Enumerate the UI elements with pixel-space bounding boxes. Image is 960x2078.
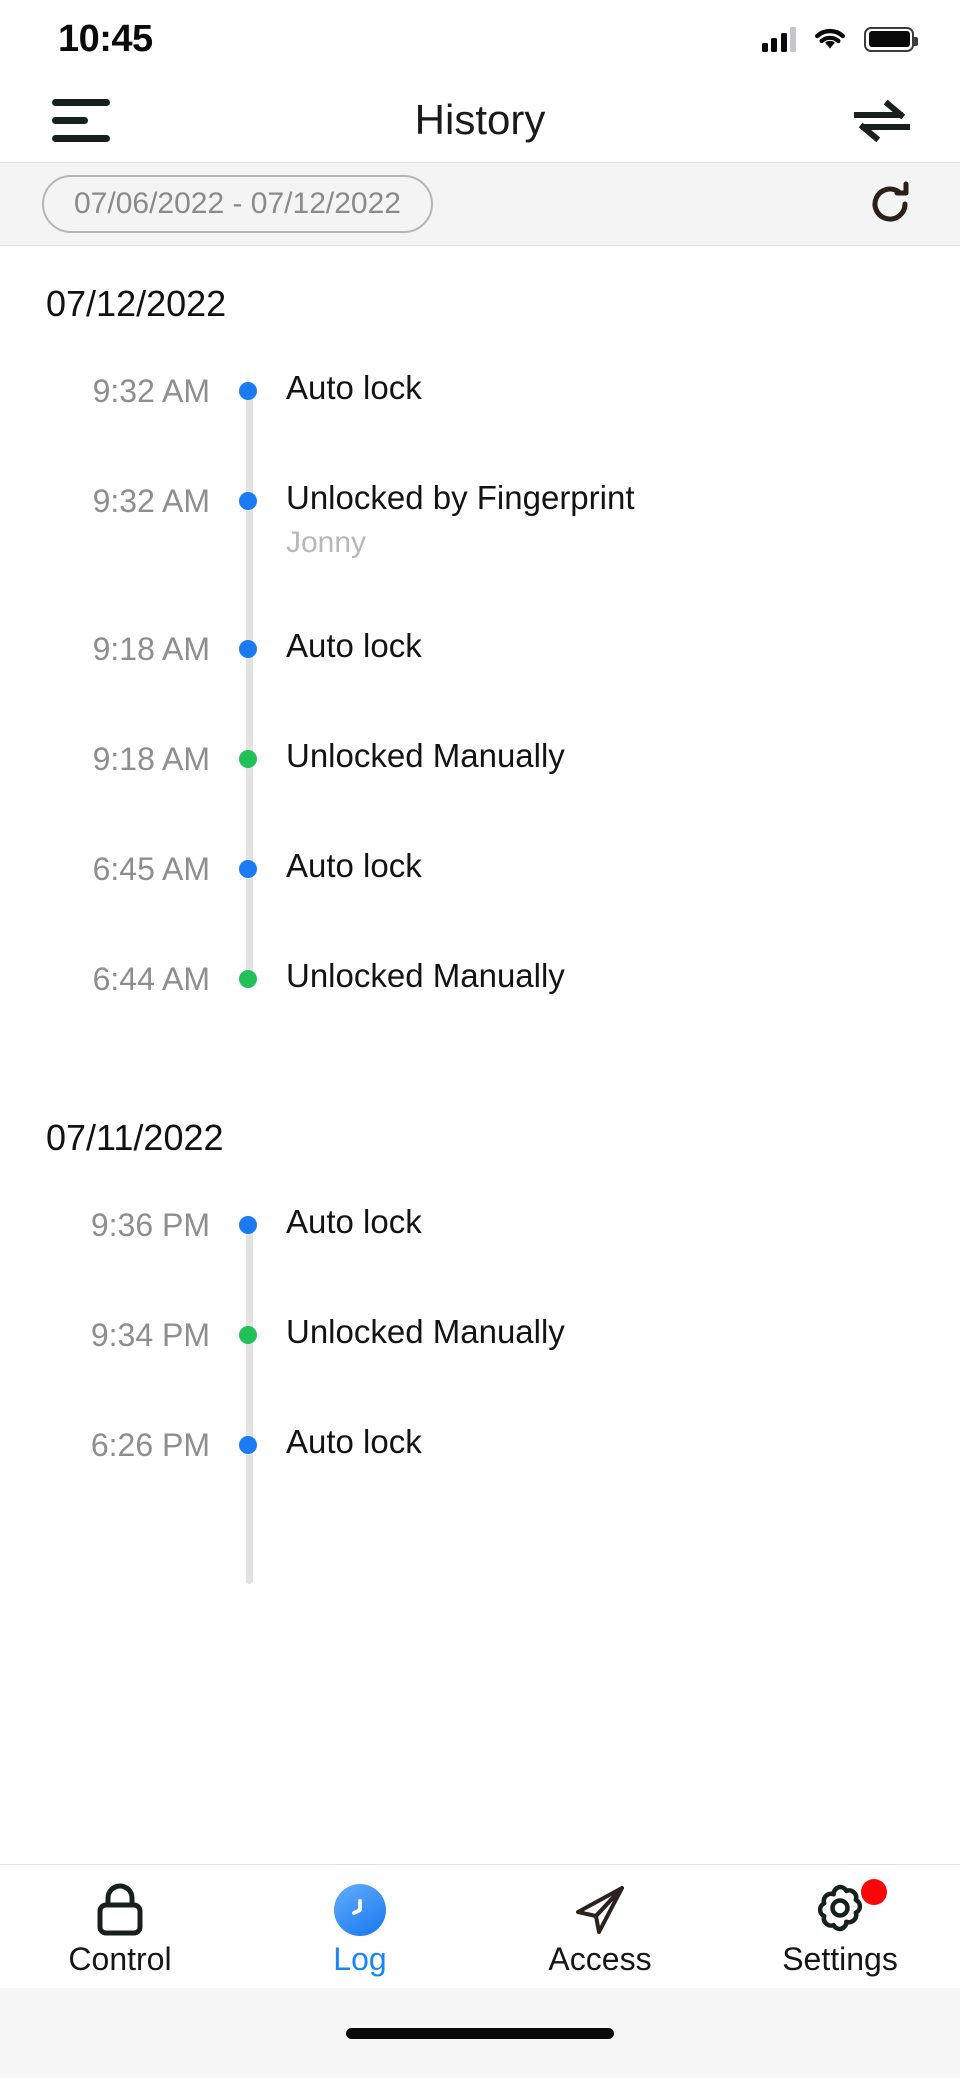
log-entry-body: Auto lock [286, 627, 960, 665]
log-entry[interactable]: 6:45 AM Auto lock [0, 847, 960, 958]
date-range-selector[interactable]: 07/06/2022 - 07/12/2022 [42, 175, 433, 233]
log-entry-time: 6:26 PM [90, 1427, 210, 1463]
lock-event-dot-icon [239, 382, 257, 400]
timeline-dot-cell [210, 958, 286, 988]
log-date-header: 07/11/2022 [46, 1117, 224, 1158]
log-entry-body: Unlocked Manually [286, 737, 960, 775]
clock-icon [334, 1881, 386, 1939]
log-entry[interactable]: 6:44 AM Unlocked Manually [0, 957, 960, 1068]
log-entry-label: Unlocked Manually [286, 737, 565, 774]
lock-event-dot-icon [239, 492, 257, 510]
log-entry-body: Unlocked Manually [286, 957, 960, 995]
timeline-dot-cell [210, 1424, 286, 1454]
log-entry-label: Unlocked Manually [286, 957, 565, 994]
log-icon-circle [334, 1884, 386, 1936]
gear-icon [813, 1879, 887, 1939]
wifi-icon [815, 28, 845, 48]
timeline-dot-cell [210, 848, 286, 878]
log-day-group: 9:36 PM Auto lock 9:34 PM Unlocked Manually… [0, 1156, 960, 1584]
timeline-dot-cell [210, 628, 286, 658]
log-entry[interactable]: 9:32 AM Unlocked by Fingerprint Jonny [0, 479, 960, 628]
lock-event-dot-icon [239, 640, 257, 658]
lock-event-dot-icon [239, 1436, 257, 1454]
log-day-group: 9:32 AM Auto lock 9:32 AM Unlocked by Finge… [0, 322, 960, 1086]
tab-label: Log [333, 1941, 387, 1977]
log-entry-time: 9:34 PM [90, 1317, 210, 1353]
log-entry-label: Unlocked by Fingerprint [286, 479, 635, 516]
log-entry[interactable]: 9:36 PM Auto lock [0, 1203, 960, 1314]
refresh-icon[interactable] [864, 178, 916, 230]
app-screen: 10:45 History 07/06/2022 - 07/12/2022 07… [0, 0, 960, 2078]
log-entry-label: Auto lock [286, 847, 422, 884]
status-bar: 10:45 [0, 0, 960, 78]
log-entry-label: Auto lock [286, 627, 422, 664]
log-entry-body: Unlocked Manually [286, 1313, 960, 1351]
tab-control[interactable]: Control [20, 1881, 220, 1975]
log-entry[interactable]: 9:18 AM Unlocked Manually [0, 737, 960, 848]
tab-log[interactable]: Log [260, 1881, 460, 1975]
timeline-dot-cell [210, 1204, 286, 1234]
lock-event-dot-icon [239, 860, 257, 878]
log-entry-body: Auto lock [286, 369, 960, 407]
filter-bar: 07/06/2022 - 07/12/2022 [0, 162, 960, 246]
status-bar-icons [761, 26, 918, 52]
log-entry-time: 9:32 AM [92, 373, 210, 409]
log-entry-label: Unlocked Manually [286, 1313, 565, 1350]
log-entry-time: 9:18 AM [92, 631, 210, 667]
log-entry[interactable]: 6:26 PM Auto lock [0, 1423, 960, 1534]
history-log-list[interactable]: 07/12/2022 9:32 AM Auto lock 9:32 AM Unlocke… [0, 246, 960, 1864]
log-entry-body: Auto lock [286, 1423, 960, 1461]
lock-event-dot-icon [239, 1216, 257, 1234]
log-entry[interactable]: 9:34 PM Unlocked Manually [0, 1313, 960, 1424]
log-entry-body: Auto lock [286, 847, 960, 885]
bottom-tab-bar: Control Log Access Settings [0, 1864, 960, 1988]
unlock-event-dot-icon [239, 970, 257, 988]
timeline-dot-cell [210, 1314, 286, 1344]
log-entry-user: Jonny [286, 525, 367, 559]
log-entry-time: 9:18 AM [92, 741, 210, 777]
log-date-header: 07/12/2022 [46, 283, 227, 324]
nav-bar: History [0, 78, 960, 162]
unlock-event-dot-icon [239, 750, 257, 768]
log-entry-time: 9:36 PM [90, 1207, 210, 1243]
log-entry[interactable]: 9:32 AM Auto lock [0, 369, 960, 480]
log-entry-label: Auto lock [286, 369, 422, 406]
log-entry-body: Unlocked by Fingerprint Jonny [286, 479, 960, 559]
tab-access[interactable]: Access [500, 1881, 700, 1975]
home-indicator-area [0, 1988, 960, 2078]
notification-badge [861, 1879, 887, 1905]
tab-settings[interactable]: Settings [740, 1879, 940, 1977]
log-entry-body: Auto lock [286, 1203, 960, 1241]
log-entry[interactable]: 9:18 AM Auto lock [0, 627, 960, 738]
home-indicator [346, 2027, 614, 2039]
timeline-dot-cell [210, 370, 286, 400]
battery-icon [864, 26, 918, 52]
page-title: History [414, 96, 546, 143]
log-entry-time: 6:44 AM [92, 961, 210, 997]
timeline-dot-cell [210, 480, 286, 510]
log-entry-time: 6:45 AM [92, 851, 210, 887]
timeline-dot-cell [210, 738, 286, 768]
status-bar-clock: 10:45 [58, 17, 153, 60]
log-entry-label: Auto lock [286, 1423, 422, 1460]
tab-label: Control [68, 1941, 172, 1977]
tab-label: Access [548, 1941, 652, 1977]
swap-arrows-icon[interactable] [854, 98, 910, 142]
lock-icon [93, 1881, 147, 1939]
unlock-event-dot-icon [239, 1326, 257, 1344]
log-entry-label: Auto lock [286, 1203, 422, 1240]
hamburger-menu-icon[interactable] [52, 98, 110, 142]
tab-label: Settings [782, 1941, 898, 1977]
cellular-signal-icon [761, 26, 796, 52]
paper-plane-icon [572, 1881, 628, 1939]
log-entry-time: 9:32 AM [92, 483, 210, 519]
